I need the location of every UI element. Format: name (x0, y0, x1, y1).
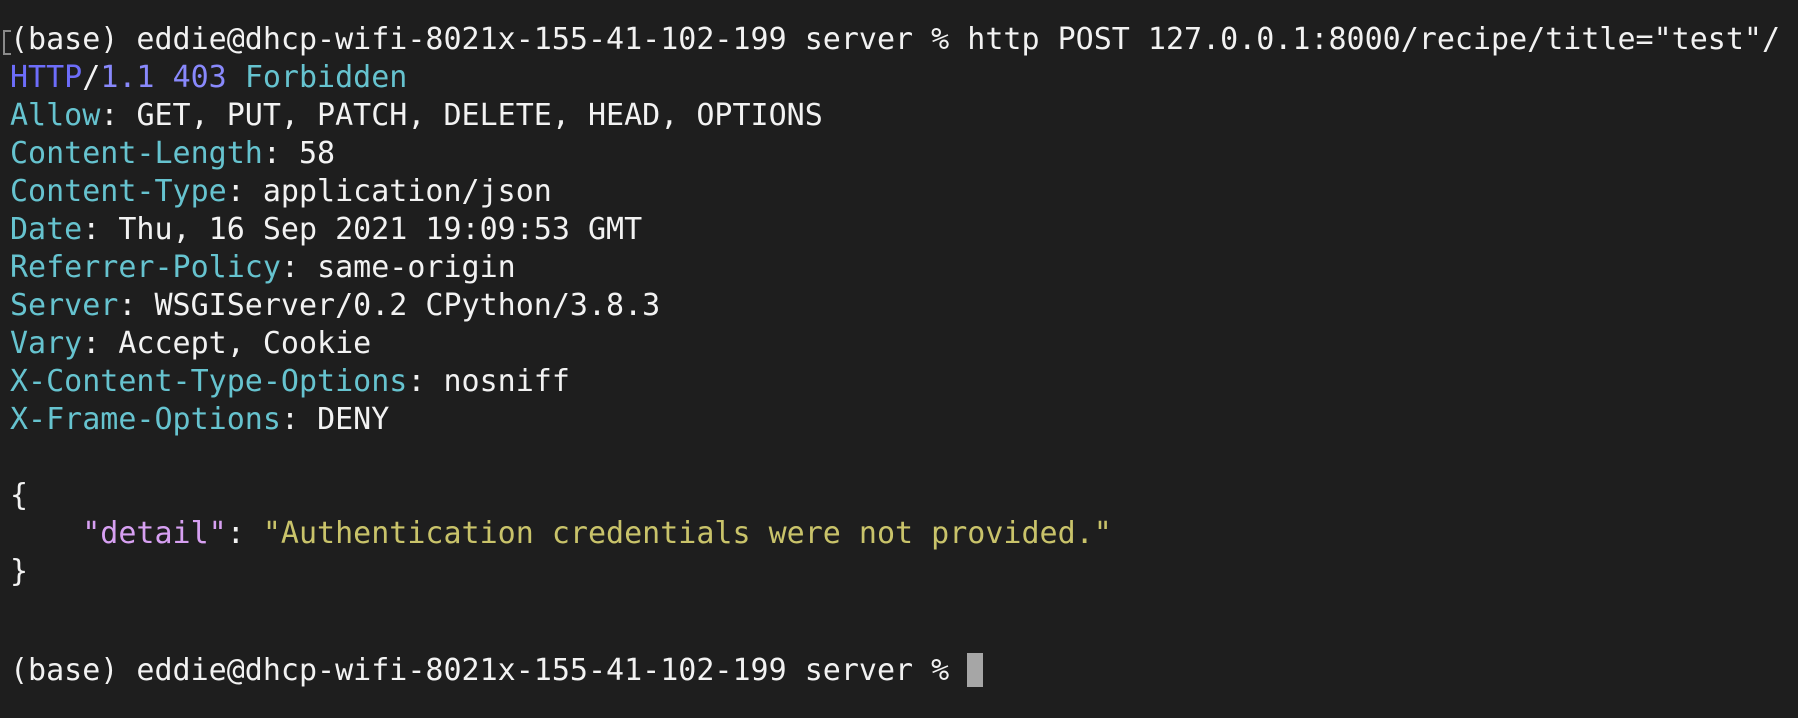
command-text: http POST 127.0.0.1:8000/recipe/title="t… (967, 22, 1781, 57)
header-separator: : (280, 402, 318, 437)
command-line: (base) eddie@dhcp-wifi-8021x-155-41-102-… (10, 21, 1798, 59)
json-colon: : (226, 516, 263, 551)
json-value: "Authentication credentials were not pro… (262, 516, 1112, 551)
header-line: Server: WSGIServer/0.2 CPython/3.8.3 (10, 287, 1798, 325)
header-value: GET, PUT, PATCH, DELETE, HEAD, OPTIONS (136, 98, 823, 133)
header-value: same-origin (317, 250, 516, 285)
header-separator: : (262, 136, 299, 171)
header-line: Date: Thu, 16 Sep 2021 19:09:53 GMT (10, 211, 1798, 249)
header-line: Allow: GET, PUT, PATCH, DELETE, HEAD, OP… (10, 97, 1798, 135)
status-line: HTTP/1.1 403 Forbidden (10, 59, 1798, 97)
header-line: Content-Length: 58 (10, 135, 1798, 173)
prompt-line[interactable]: (base) eddie@dhcp-wifi-8021x-155-41-102-… (10, 652, 1798, 690)
header-value: Accept, Cookie (118, 326, 372, 361)
header-name: Content-Type (10, 174, 227, 209)
status-version: 1.1 (100, 60, 155, 95)
header-separator: : (407, 364, 444, 399)
header-name: Allow (10, 98, 101, 133)
header-separator: : (280, 250, 318, 285)
header-separator: : (118, 288, 155, 323)
header-line: X-Frame-Options: DENY (10, 401, 1798, 439)
json-open-brace: { (10, 478, 29, 513)
header-name: Content-Length (10, 136, 263, 171)
header-value: Thu, 16 Sep 2021 19:09:53 GMT (118, 212, 643, 247)
text-cursor[interactable] (967, 652, 984, 687)
header-name: X-Frame-Options (10, 402, 281, 437)
header-name: X-Content-Type-Options (10, 364, 408, 399)
header-name: Date (10, 212, 83, 247)
json-close-line: } (10, 553, 1798, 591)
header-value: DENY (317, 402, 390, 437)
header-value: application/json (262, 174, 552, 209)
header-value: 58 (299, 136, 336, 171)
header-name: Server (10, 288, 119, 323)
json-close-brace: } (10, 554, 29, 589)
status-slash: / (82, 60, 101, 95)
status-reason: Forbidden (244, 60, 408, 95)
header-line: Referrer-Policy: same-origin (10, 249, 1798, 287)
line-marker (3, 30, 11, 55)
final-prompt: (base) eddie@dhcp-wifi-8021x-155-41-102-… (10, 653, 968, 688)
header-line: Vary: Accept, Cookie (10, 325, 1798, 363)
header-separator: : (82, 326, 119, 361)
header-line: Content-Type: application/json (10, 173, 1798, 211)
status-code: 403 (172, 60, 227, 95)
status-protocol: HTTP (10, 60, 83, 95)
header-line: X-Content-Type-Options: nosniff (10, 363, 1798, 401)
header-separator: : (82, 212, 119, 247)
header-name: Referrer-Policy (10, 250, 281, 285)
terminal-window[interactable]: (base) eddie@dhcp-wifi-8021x-155-41-102-… (0, 0, 1798, 718)
json-entry-line: "detail": "Authentication credentials we… (10, 515, 1798, 553)
header-separator: : (226, 174, 263, 209)
json-key: "detail" (82, 516, 227, 551)
header-name: Vary (10, 326, 83, 361)
json-open-line: { (10, 477, 1798, 515)
command-prompt: (base) eddie@dhcp-wifi-8021x-155-41-102-… (10, 22, 968, 57)
header-separator: : (100, 98, 137, 133)
header-value: WSGIServer/0.2 CPython/3.8.3 (154, 288, 661, 323)
header-value: nosniff (443, 364, 570, 399)
